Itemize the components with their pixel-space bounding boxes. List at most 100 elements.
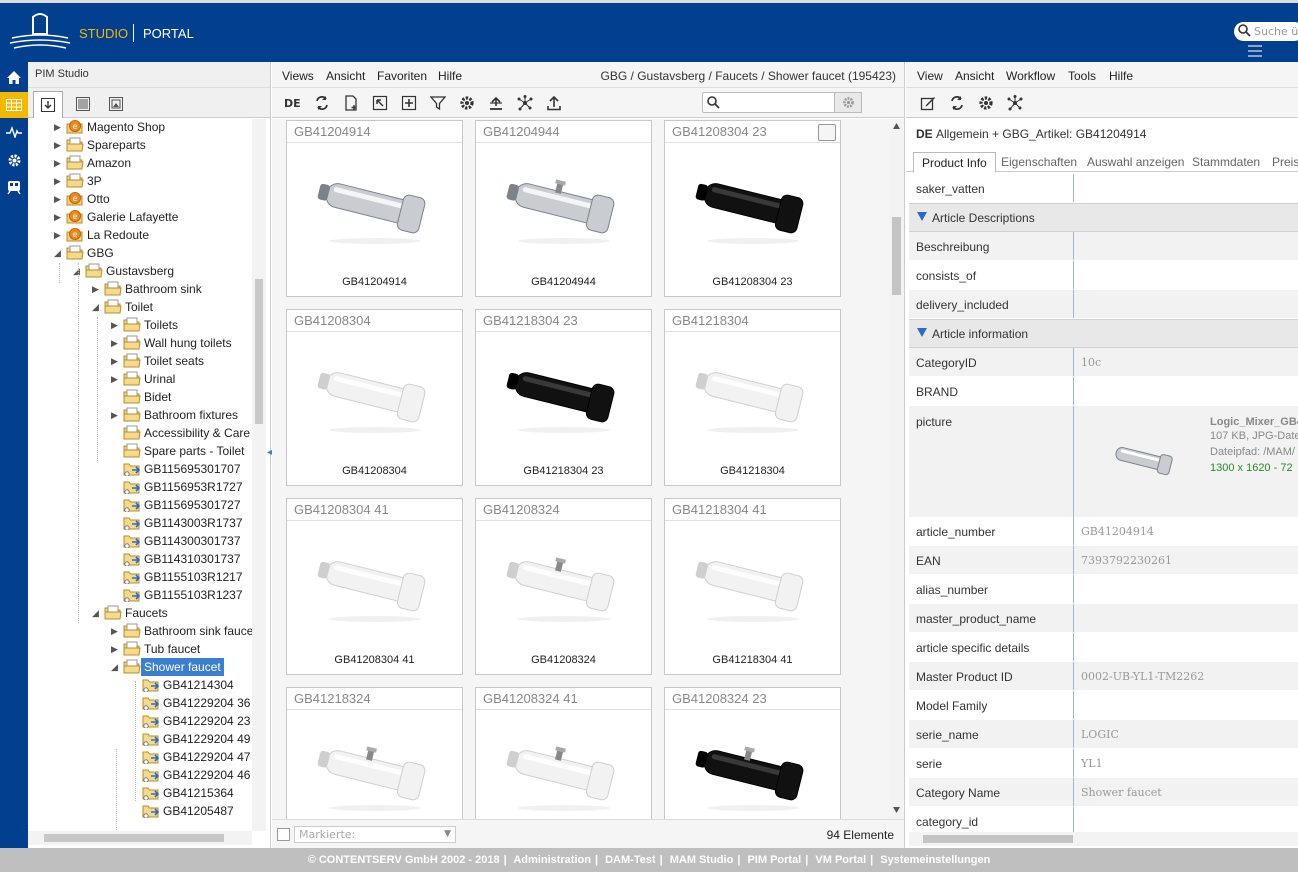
- tree-horizontal-scrollbar[interactable]: [28, 831, 252, 845]
- product-thumbnail[interactable]: [685, 539, 822, 629]
- portal-link[interactable]: PORTAL: [143, 26, 194, 41]
- product-card[interactable]: GB41208304 23 GB41208304 23: [664, 120, 841, 297]
- property-section-header[interactable]: Article information: [909, 319, 1298, 348]
- expand-icon[interactable]: ▶: [54, 172, 64, 190]
- picture-thumbnail[interactable]: [1109, 441, 1179, 481]
- expand-icon[interactable]: ▶: [54, 154, 64, 172]
- menu-ansicht[interactable]: Ansicht: [955, 69, 994, 83]
- menu-views[interactable]: Views: [282, 69, 314, 83]
- product-card[interactable]: GB41218304 23 GB41218304 23: [475, 309, 652, 486]
- expand-icon[interactable]: ▶: [111, 352, 121, 370]
- detail-horizontal-scrollbar[interactable]: [909, 832, 1298, 846]
- tab-tree-barcode[interactable]: [68, 91, 98, 117]
- search-settings-icon[interactable]: [834, 92, 862, 113]
- import-icon[interactable]: [487, 94, 505, 112]
- detail-language[interactable]: DE: [916, 127, 933, 141]
- expand-icon[interactable]: ▶: [111, 334, 121, 352]
- product-card[interactable]: GB41218304 GB41218304: [664, 309, 841, 486]
- footer-link-mam-studio[interactable]: MAM Studio: [670, 854, 734, 866]
- gear-icon[interactable]: [458, 94, 476, 112]
- product-card-checkbox[interactable]: [818, 124, 836, 141]
- expand-icon[interactable]: ▶: [111, 640, 121, 658]
- property-value[interactable]: LOGIC: [1081, 728, 1119, 741]
- product-thumbnail[interactable]: [496, 350, 633, 440]
- property-value[interactable]: YL1: [1081, 757, 1103, 770]
- logo[interactable]: [8, 12, 72, 52]
- menu-ansicht[interactable]: Ansicht: [326, 69, 365, 83]
- center-search-input[interactable]: [702, 92, 862, 113]
- product-thumbnail[interactable]: [496, 161, 633, 251]
- footer-link-systemeinstellungen[interactable]: Systemeinstellungen: [880, 854, 990, 866]
- product-thumbnail[interactable]: [307, 728, 444, 818]
- expand-icon[interactable]: ▶: [54, 190, 64, 208]
- footer-link-vm-portal[interactable]: VM Portal: [815, 854, 866, 866]
- tab-auswahl-anzeigen[interactable]: Auswahl anzeigen: [1079, 152, 1192, 173]
- menu-view[interactable]: View: [917, 69, 943, 83]
- product-thumbnail[interactable]: [496, 728, 633, 818]
- expand-icon[interactable]: ▶: [54, 226, 64, 244]
- menu-tools[interactable]: Tools: [1068, 69, 1096, 83]
- property-value[interactable]: 0002-UB-YL1-TM2262: [1081, 670, 1204, 683]
- collapse-icon[interactable]: ◢: [92, 298, 102, 316]
- add-folder-icon[interactable]: [400, 94, 418, 112]
- collapse-icon[interactable]: ◢: [92, 604, 102, 622]
- product-thumbnail[interactable]: [496, 539, 633, 629]
- product-card[interactable]: GB41208324 GB41208324: [475, 498, 652, 675]
- menu-icon[interactable]: [1248, 45, 1262, 57]
- footer-link-dam-test[interactable]: DAM-Test: [605, 854, 656, 866]
- picture-filename[interactable]: Logic_Mixer_GB4: [1210, 416, 1298, 428]
- tab-product-info[interactable]: Product Info: [913, 152, 996, 173]
- product-card[interactable]: GB41204914 GB41204914: [286, 120, 463, 297]
- property-value[interactable]: Shower faucet: [1081, 786, 1162, 799]
- property-value[interactable]: GB41204914: [1081, 525, 1154, 538]
- footer-link-administration[interactable]: Administration: [513, 854, 591, 866]
- select-all-checkbox[interactable]: [277, 828, 290, 841]
- product-card[interactable]: GB41208304 41 GB41208304 41: [286, 498, 463, 675]
- move-icon[interactable]: [371, 94, 389, 112]
- product-thumbnail[interactable]: [307, 350, 444, 440]
- expand-icon[interactable]: ▶: [111, 406, 121, 424]
- tab-eigenschaften[interactable]: Eigenschaften: [993, 152, 1085, 173]
- product-card[interactable]: GB41208304 GB41208304: [286, 309, 463, 486]
- network-icon[interactable]: [1006, 94, 1024, 112]
- global-search-input[interactable]: Suche üb: [1234, 22, 1298, 41]
- collapse-icon[interactable]: ◢: [54, 244, 64, 262]
- product-thumbnail[interactable]: [307, 539, 444, 629]
- refresh-icon[interactable]: [313, 94, 331, 112]
- expand-icon[interactable]: ▶: [111, 316, 121, 334]
- product-card[interactable]: GB41204944 GB41204944: [475, 120, 652, 297]
- product-thumbnail[interactable]: [685, 161, 822, 251]
- menu-hilfe[interactable]: Hilfe: [438, 69, 462, 83]
- tree-vertical-scrollbar[interactable]: [252, 119, 266, 831]
- product-card[interactable]: GB41208324 23: [664, 687, 841, 819]
- refresh-icon[interactable]: [948, 94, 966, 112]
- product-card[interactable]: GB41218324: [286, 687, 463, 819]
- export-icon[interactable]: [545, 94, 563, 112]
- expand-icon[interactable]: ▶: [54, 208, 64, 226]
- footer-link-pim-portal[interactable]: PIM Portal: [747, 854, 801, 866]
- expand-icon[interactable]: ▶: [54, 136, 64, 154]
- menu-workflow[interactable]: Workflow: [1006, 69, 1055, 83]
- studio-link[interactable]: STUDIO: [79, 26, 128, 41]
- collapse-icon[interactable]: ◢: [111, 658, 121, 676]
- property-value[interactable]: 7393792230261: [1081, 554, 1172, 567]
- product-thumbnail[interactable]: [685, 728, 822, 818]
- property-value[interactable]: 10c: [1081, 356, 1101, 369]
- property-section-header[interactable]: Article Descriptions: [909, 203, 1298, 232]
- language-selector[interactable]: DE: [284, 97, 301, 110]
- grid-vertical-scrollbar[interactable]: [889, 119, 904, 819]
- filter-icon[interactable]: [429, 94, 447, 112]
- settings-icon[interactable]: [0, 147, 28, 173]
- tab-tree-image[interactable]: [101, 91, 131, 117]
- product-card[interactable]: GB41208324 41: [475, 687, 652, 819]
- product-thumbnail[interactable]: [685, 350, 822, 440]
- train-icon[interactable]: [0, 174, 28, 200]
- marked-actions-select[interactable]: Markierte: ▼: [294, 826, 456, 843]
- gear-icon[interactable]: [977, 94, 995, 112]
- product-card[interactable]: GB41218304 41 GB41218304 41: [664, 498, 841, 675]
- pim-grid-icon[interactable]: [0, 92, 28, 118]
- product-thumbnail[interactable]: [307, 161, 444, 251]
- expand-icon[interactable]: ▶: [111, 370, 121, 388]
- home-icon[interactable]: [0, 64, 28, 90]
- menu-hilfe[interactable]: Hilfe: [1109, 69, 1133, 83]
